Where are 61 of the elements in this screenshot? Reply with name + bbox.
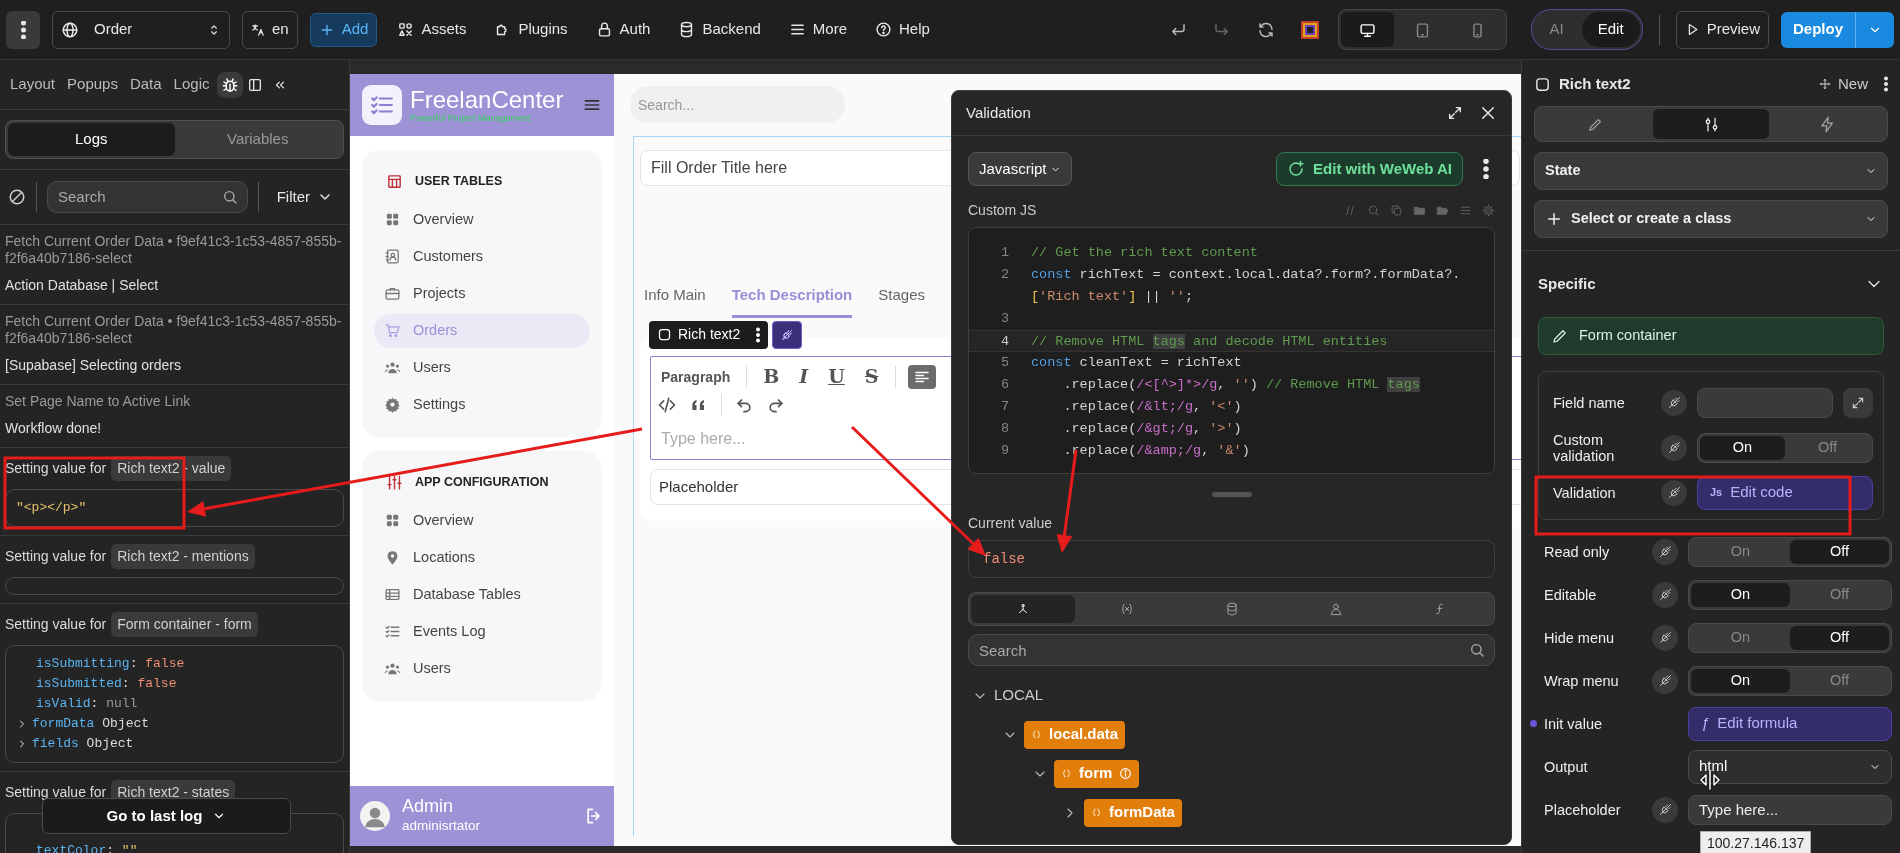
log-title: Fetch Current Order Data • f9ef41c3-1c53-4857-855b-f2f6a40b7186-select [5, 313, 343, 347]
field-label: Field name [1553, 394, 1626, 411]
line-number: 4 [999, 333, 1010, 351]
code-line: .replace(/<[^>]*>/g, '') // Remove HTML tags [1062, 376, 1420, 394]
line-number: 6 [999, 376, 1010, 394]
code-line: ['Rich text'] || ''; [1031, 288, 1194, 306]
code-line: // Get the rich text content [1031, 244, 1258, 262]
element-name: Rich text2 [1559, 73, 1631, 94]
tooltip: 100.27.146.137 [1700, 831, 1812, 853]
log-title: Fetch Current Order Data • f9ef41c3-1c53-4857-855b-f2f6a40b7186-select [5, 233, 343, 267]
line-number: 7 [999, 398, 1010, 416]
code-line: .replace(/&gt;/g, '>') [1062, 420, 1242, 438]
code-line: isValid: null [36, 694, 138, 713]
log-message: [Supabase] Selecting orders [5, 356, 182, 375]
field-label: Init value [1544, 715, 1604, 732]
log-title: Setting value for [5, 614, 107, 634]
current-value: false [983, 549, 1025, 569]
section-label: Custom JS [968, 201, 1037, 220]
code-line: const richText = context.local.data?.form?.formData?. [1031, 266, 1461, 284]
log-value: "<p></p>" [16, 500, 87, 515]
log-tag: Rich text2 - value [111, 456, 232, 481]
brand-tagline: Powerful Project Management [410, 113, 532, 123]
log-message: Workflow done! [5, 419, 103, 438]
dialog-title: Validation [966, 102, 1031, 123]
section-title: Specific [1538, 273, 1596, 294]
log-message: Action Database | Select [5, 276, 160, 295]
code-line: .replace(/&amp;/g, '&') [1062, 442, 1250, 460]
log-tag: Rich text2 - mentions [111, 543, 255, 569]
field-label: Hide menu [1544, 629, 1616, 646]
log-title: Setting value for [5, 459, 107, 478]
field-label: Read only [1544, 543, 1611, 560]
code-line: isSubmitted: false [36, 674, 177, 693]
field-label: Wrap menu [1544, 672, 1620, 689]
code-line: textColor: "" [36, 841, 138, 853]
section-title: APP CONFIGURATION [415, 473, 549, 491]
editor-placeholder: Type here... [661, 428, 746, 449]
code-line: // Remove HTML tags and decode HTML entities [1031, 333, 1388, 351]
line-number: 9 [999, 442, 1010, 460]
user-name: Admin [402, 795, 455, 816]
field-label: Editable [1544, 586, 1598, 603]
section-label: Current value [968, 514, 1054, 533]
code-line: formData Object [32, 714, 150, 733]
field-label: Validation [1553, 484, 1617, 501]
field-label: Output [1544, 758, 1589, 775]
user-role: adminisrtator [402, 816, 482, 835]
code-line: const cleanText = richText [1031, 354, 1242, 372]
field-label: Placeholder [1544, 801, 1622, 818]
log-title: Setting value for [5, 546, 107, 566]
section-title: USER TABLES [415, 173, 503, 190]
line-number: 1 [999, 244, 1010, 262]
brand-name: FreelanCenter [410, 87, 565, 113]
code-line: .replace(/&lt;/g, '<') [1062, 398, 1242, 416]
log-tag: Form container - form [111, 611, 258, 637]
line-number: 8 [999, 420, 1010, 438]
field-label: Custom validation [1553, 431, 1616, 464]
log-title: Set Page Name to Active Link [5, 393, 192, 410]
line-number: 2 [999, 266, 1010, 284]
line-number: 3 [999, 310, 1010, 328]
code-line: isSubmitting: false [36, 654, 185, 673]
code-line: fields Object [32, 734, 134, 753]
line-number: 5 [999, 354, 1010, 372]
